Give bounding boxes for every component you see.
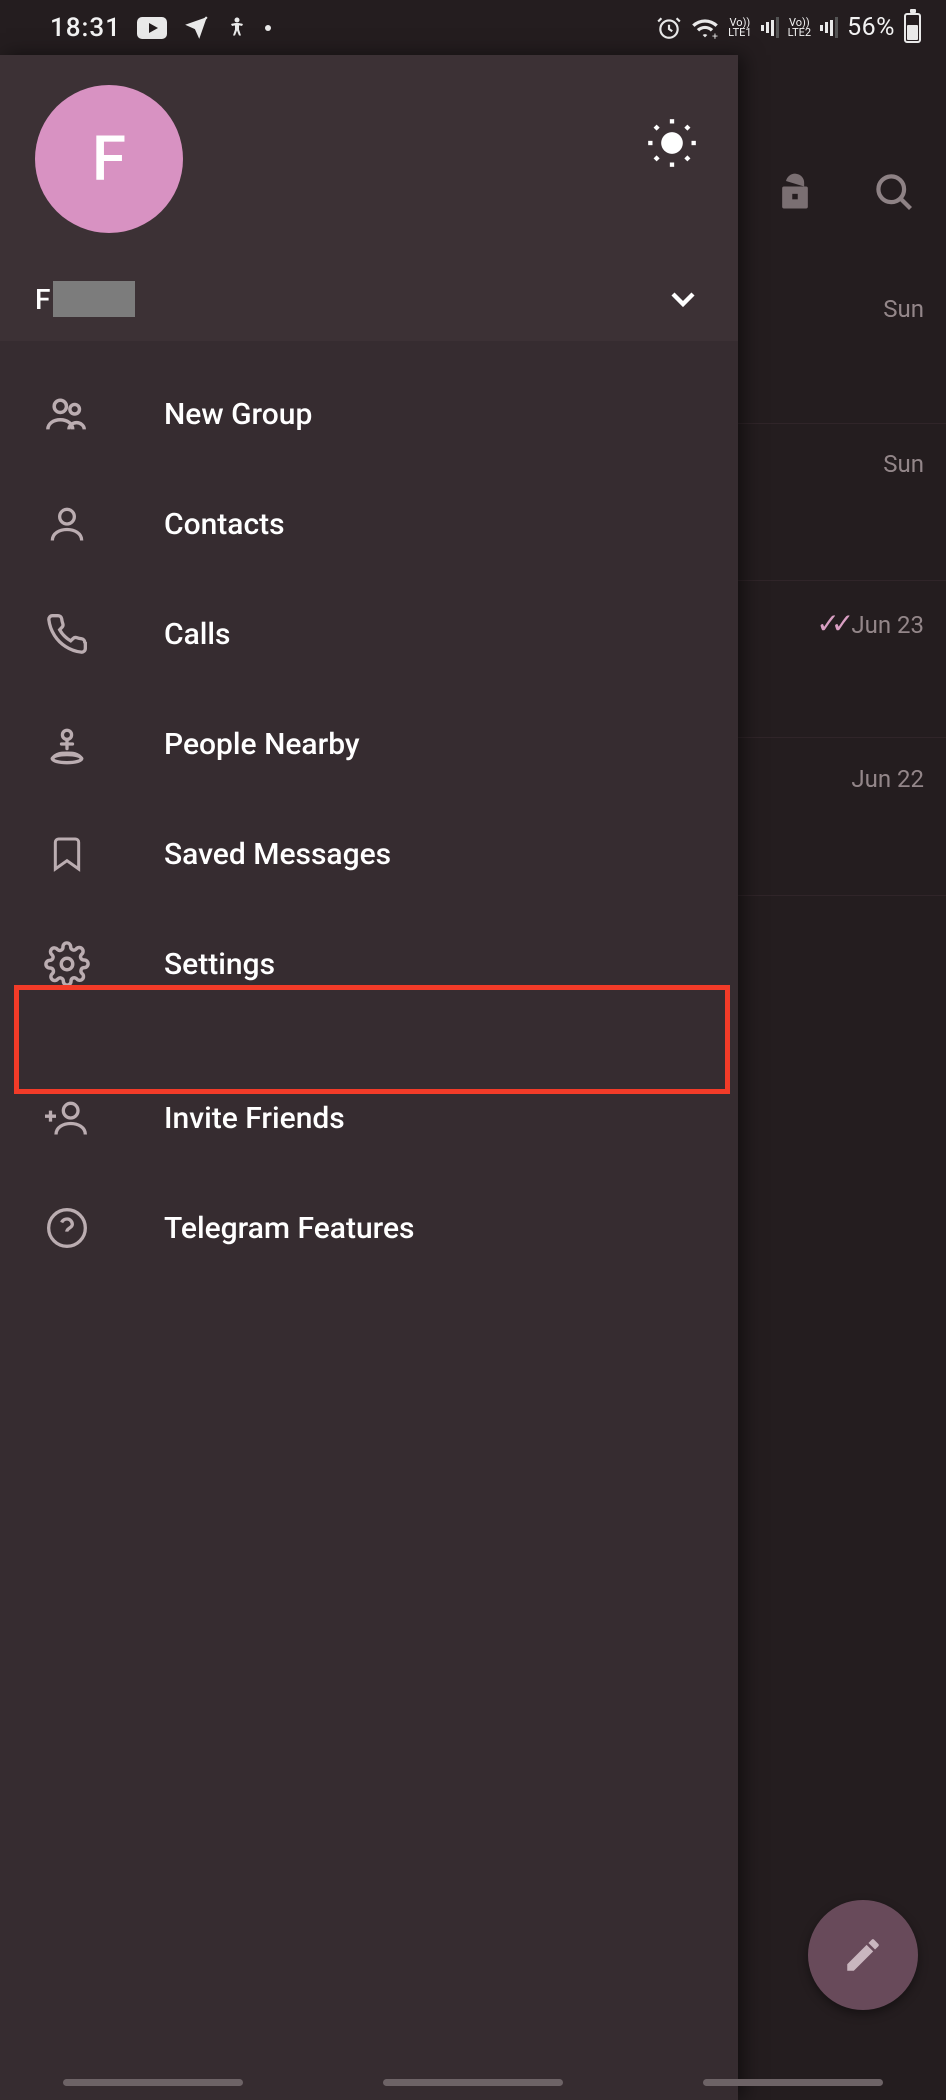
avatar[interactable]: F	[35, 85, 183, 233]
send-icon	[183, 15, 209, 41]
youtube-icon	[137, 17, 167, 39]
location-person-icon	[42, 722, 92, 766]
sim1-label: Vo))LTE1	[728, 18, 751, 38]
menu-label: Saved Messages	[164, 837, 391, 872]
menu-separator	[0, 1019, 738, 1063]
user-name: F	[35, 283, 50, 316]
chat-date: Jun 22	[851, 765, 924, 793]
status-left: 18:31	[50, 13, 271, 43]
person-icon	[42, 502, 92, 546]
signal-2-icon	[820, 17, 838, 38]
menu-label: People Nearby	[164, 727, 360, 762]
drawer-header: F F	[0, 55, 738, 341]
status-time: 18:31	[50, 13, 121, 43]
chevron-down-icon[interactable]	[663, 279, 703, 319]
status-bar: 18:31 + Vo))LTE1 Vo))LTE2 56%	[0, 0, 946, 55]
nav-drawer: F F New Group Contacts Calls People Near…	[0, 55, 738, 2100]
menu-label: Contacts	[164, 507, 285, 542]
menu-label: Settings	[164, 947, 275, 982]
menu-item-calls[interactable]: Calls	[0, 579, 738, 689]
person-plus-icon	[42, 1096, 92, 1140]
battery-percent: 56%	[847, 13, 895, 42]
compose-fab[interactable]	[808, 1900, 918, 2010]
account-row[interactable]: F	[35, 279, 703, 319]
svg-text:+: +	[712, 29, 718, 39]
menu-label: Telegram Features	[164, 1211, 414, 1246]
menu-item-settings[interactable]: Settings	[0, 909, 738, 1019]
group-icon	[42, 391, 92, 437]
battery-icon	[904, 13, 921, 43]
wifi-icon: +	[691, 16, 719, 40]
signal-1-icon	[761, 17, 779, 38]
phone-icon	[42, 612, 92, 656]
menu-item-contacts[interactable]: Contacts	[0, 469, 738, 579]
system-navbar[interactable]	[0, 2065, 946, 2100]
menu-item-telegram-features[interactable]: Telegram Features	[0, 1173, 738, 1283]
status-right: + Vo))LTE1 Vo))LTE2 56%	[656, 13, 921, 43]
sim2-label: Vo))LTE2	[788, 18, 811, 38]
chat-date: Jun 23	[851, 611, 924, 639]
menu-item-people-nearby[interactable]: People Nearby	[0, 689, 738, 799]
search-icon[interactable]	[872, 170, 916, 214]
menu-item-invite-friends[interactable]: Invite Friends	[0, 1063, 738, 1173]
drawer-menu: New Group Contacts Calls People Nearby S…	[0, 341, 738, 2100]
menu-label: Calls	[164, 617, 231, 652]
theme-toggle-sun-icon[interactable]	[646, 117, 698, 169]
redacted-overlay	[53, 281, 135, 317]
chat-date: Sun	[883, 295, 924, 323]
menu-label: New Group	[164, 397, 312, 432]
avatar-initial: F	[92, 123, 126, 196]
accessibility-icon	[225, 15, 249, 41]
read-check-icon: ✓✓	[816, 607, 845, 640]
unlock-icon[interactable]	[773, 170, 817, 214]
dot-icon	[265, 25, 271, 31]
menu-item-saved-messages[interactable]: Saved Messages	[0, 799, 738, 909]
alarm-icon	[656, 15, 682, 41]
menu-label: Invite Friends	[164, 1101, 345, 1136]
gear-icon	[42, 941, 92, 987]
menu-item-new-group[interactable]: New Group	[0, 359, 738, 469]
chat-date: Sun	[883, 450, 924, 478]
bookmark-icon	[42, 832, 92, 876]
help-icon	[42, 1206, 92, 1250]
